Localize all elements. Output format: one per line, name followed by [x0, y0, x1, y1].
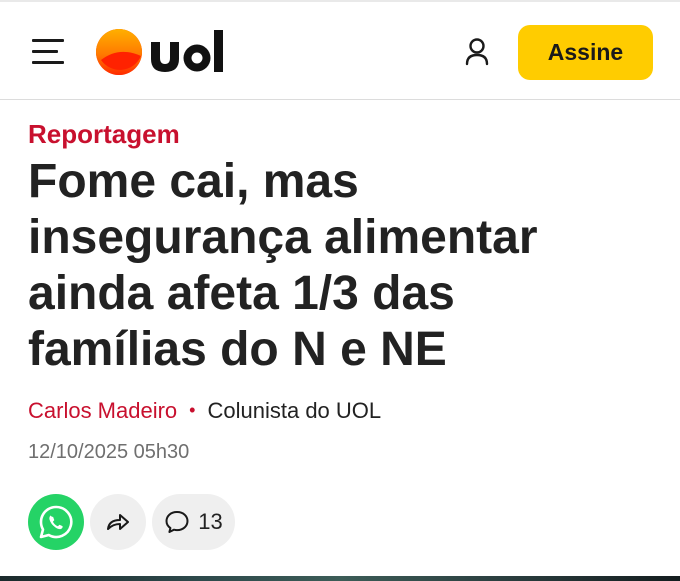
uol-logo[interactable]	[95, 26, 235, 80]
comment-bubble-icon	[165, 511, 189, 533]
user-account-button[interactable]	[462, 36, 492, 68]
share-arrow-icon	[107, 514, 129, 530]
share-button[interactable]	[90, 494, 146, 550]
user-account-icon	[465, 38, 489, 66]
publish-date: 12/10/2025 05h30	[28, 441, 190, 463]
hamburger-menu-icon	[32, 61, 64, 64]
author-role: Colunista do UOL	[207, 398, 382, 423]
menu-button[interactable]	[30, 36, 66, 66]
hamburger-menu-icon	[32, 39, 64, 42]
comment-count: 13	[198, 509, 223, 534]
uol-logo-mark	[96, 29, 223, 75]
site-header: Assine	[0, 2, 680, 100]
headline-line: Fome cai, mas	[28, 155, 359, 208]
comments-button[interactable]: 13	[152, 494, 235, 550]
byline: Carlos Madeiro • Colunista do UOL	[28, 398, 381, 424]
headline-line: famílias do N e NE	[28, 323, 447, 376]
whatsapp-icon	[39, 505, 73, 539]
subscribe-button[interactable]: Assine	[518, 25, 653, 80]
byline-separator: •	[189, 400, 196, 420]
article-image-edge	[0, 576, 680, 581]
author-link[interactable]: Carlos Madeiro	[28, 398, 177, 423]
article-headline: Fome cai, mas insegurança alimentar aind…	[28, 154, 658, 378]
headline-line: insegurança alimentar	[28, 211, 538, 264]
article-kicker[interactable]: Reportagem	[28, 119, 180, 150]
whatsapp-share-button[interactable]	[28, 494, 84, 550]
headline-line: ainda afeta 1/3 das	[28, 267, 455, 320]
hamburger-menu-icon	[32, 50, 58, 53]
